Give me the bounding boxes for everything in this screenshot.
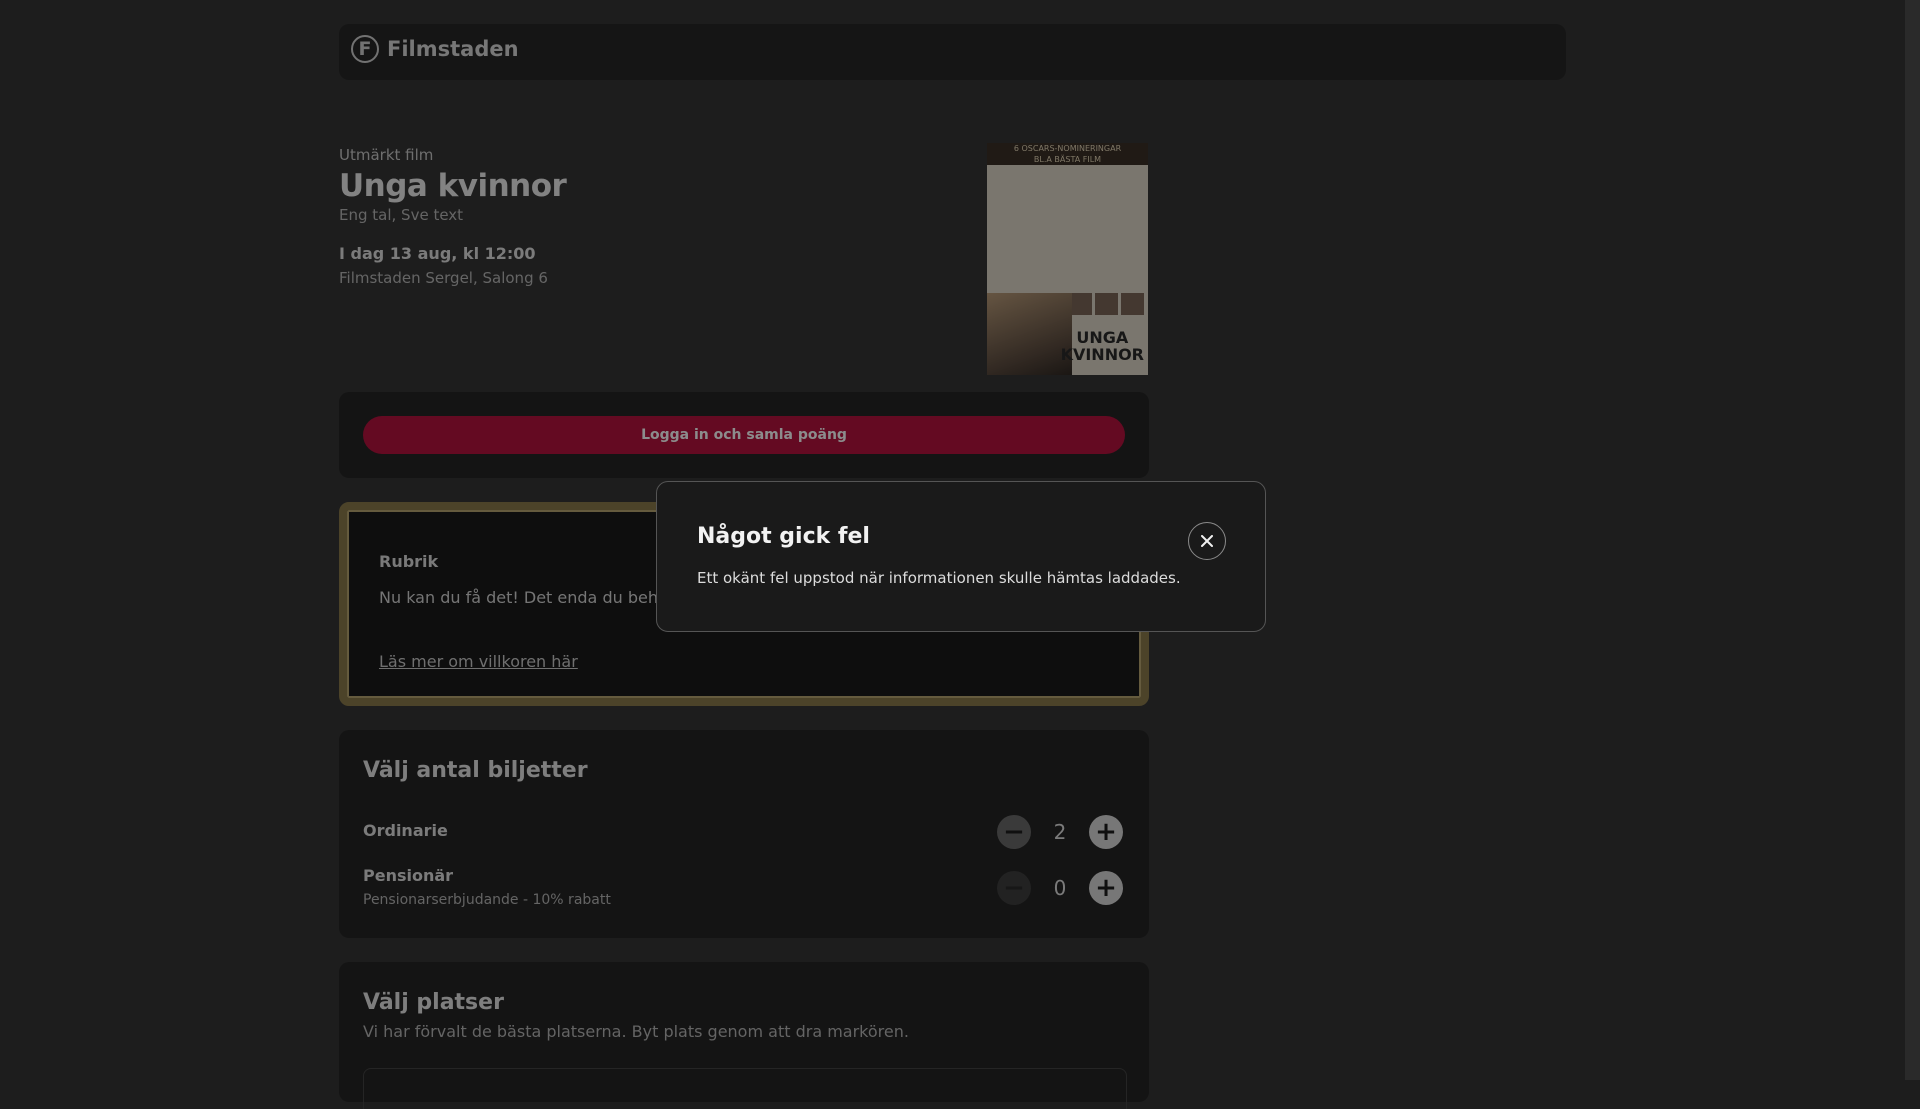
error-message: Ett okänt fel uppstod när informationen … xyxy=(697,569,1181,587)
close-icon xyxy=(1201,535,1213,547)
error-title: Något gick fel xyxy=(697,524,870,549)
close-dialog-button[interactable] xyxy=(1188,522,1226,560)
modal-overlay[interactable]: Något gick fel Ett okänt fel uppstod när… xyxy=(0,0,1920,1080)
error-dialog: Något gick fel Ett okänt fel uppstod när… xyxy=(656,481,1266,632)
